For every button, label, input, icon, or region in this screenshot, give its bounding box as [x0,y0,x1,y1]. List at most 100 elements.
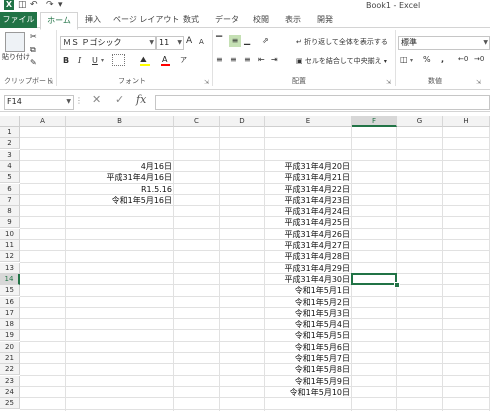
cell-e22[interactable]: 令和1年5月8日 [265,364,352,375]
font-launcher-icon[interactable]: ⇲ [204,77,209,88]
row-header-17[interactable]: 17 [0,307,20,319]
decrease-decimal-icon[interactable]: →0 [474,54,484,65]
cell-e10[interactable]: 平成31年4月26日 [265,229,352,240]
column-header-g[interactable]: G [397,116,443,127]
percent-style-button[interactable]: % [423,54,431,65]
row-header-4[interactable]: 4 [0,160,20,172]
fill-handle[interactable] [394,282,400,289]
row-header-12[interactable]: 12 [0,251,20,263]
row-header-6[interactable]: 6 [0,183,20,195]
formula-input[interactable] [155,95,490,110]
phonetic-guide-icon[interactable]: ア [180,55,187,66]
cancel-entry-icon[interactable]: ✕ [92,93,101,106]
number-launcher-icon[interactable]: ⇲ [476,77,481,88]
tab-developer[interactable]: 開発 [314,12,336,28]
save-icon[interactable]: ◫ [18,0,27,11]
cell-e11[interactable]: 平成31年4月27日 [265,240,352,251]
paste-icon[interactable] [5,32,25,52]
paste-button[interactable]: 貼り付け [2,52,30,63]
increase-indent-icon[interactable]: ⇥ [271,54,278,65]
column-header-c[interactable]: C [174,116,220,127]
cell-e24[interactable]: 令和1年5月10日 [265,387,352,398]
cell-e15[interactable]: 令和1年5月1日 [265,285,352,296]
row-header-9[interactable]: 9 [0,217,20,229]
align-center-icon[interactable]: ≡ [230,54,237,65]
currency-format-icon[interactable]: ◫ [400,54,408,65]
tab-data[interactable]: データ [213,12,241,28]
row-header-23[interactable]: 23 [0,375,20,387]
bold-button[interactable]: B [63,55,69,66]
tab-view[interactable]: 表示 [282,12,304,28]
customize-quick-access-icon[interactable]: ▾ [58,0,63,11]
alignment-launcher-icon[interactable]: ⇲ [386,77,391,88]
underline-button[interactable]: U [92,55,98,66]
cell-e23[interactable]: 令和1年5月9日 [265,376,352,387]
align-middle-icon[interactable]: ≡ [229,35,241,47]
cell-b5[interactable]: 平成31年4月16日 [66,172,174,183]
cell-b6[interactable]: R1.5.16 [66,184,174,195]
tab-review[interactable]: 校閲 [250,12,272,28]
row-header-11[interactable]: 11 [0,240,20,251]
cell-e14[interactable]: 平成31年4月30日 [265,274,352,285]
cell-b7[interactable]: 令和1年5月16日 [66,195,174,206]
row-header-1[interactable]: 1 [0,127,20,138]
undo-button[interactable]: ↶ [30,0,38,11]
tab-home[interactable]: ホーム [40,12,78,30]
cut-icon[interactable]: ✂ [30,31,37,42]
cell-e9[interactable]: 平成31年4月25日 [265,217,352,228]
row-header-25[interactable]: 25 [0,398,20,410]
column-header-a[interactable]: A [20,116,66,127]
cell-e17[interactable]: 令和1年5月3日 [265,308,352,319]
shrink-font-button[interactable]: A [199,37,204,48]
row-header-10[interactable]: 10 [0,228,20,240]
row-header-14[interactable]: 14 [0,273,20,285]
confirm-entry-icon[interactable]: ✓ [115,93,124,106]
column-header-h[interactable]: H [443,116,490,127]
row-header-7[interactable]: 7 [0,194,20,206]
row-header-21[interactable]: 21 [0,353,20,364]
cell-b4[interactable]: 4月16日 [66,161,174,172]
align-bottom-icon[interactable]: ▁ [244,35,250,46]
select-all-button[interactable] [0,116,20,127]
cell-e4[interactable]: 平成31年4月20日 [265,161,352,172]
chevron-down-icon[interactable]: ▾ [101,55,104,66]
row-header-24[interactable]: 24 [0,386,20,398]
align-top-icon[interactable]: ▔ [216,35,222,46]
tab-file[interactable]: ファイル [0,12,37,28]
cell-e18[interactable]: 令和1年5月4日 [265,319,352,330]
format-painter-icon[interactable]: ✎ [30,57,37,68]
row-header-22[interactable]: 22 [0,364,20,376]
tab-insert[interactable]: 挿入 [80,12,106,28]
cell-e20[interactable]: 令和1年5月6日 [265,342,352,353]
name-box[interactable]: F14 ▼ [4,95,74,110]
increase-decimal-icon[interactable]: ←0 [458,54,468,65]
number-format-select[interactable]: 標準 ▼ [398,36,490,50]
row-header-13[interactable]: 13 [0,262,20,274]
cell-e7[interactable]: 平成31年4月23日 [265,195,352,206]
cell-e13[interactable]: 平成31年4月29日 [265,263,352,274]
tab-page-layout[interactable]: ページ レイアウト [113,12,179,28]
row-header-18[interactable]: 18 [0,319,20,331]
font-name-select[interactable]: ＭＳ Ｐゴシック ▼ [60,36,156,50]
chevron-down-icon[interactable]: ▾ [410,55,413,66]
wrap-text-button[interactable]: ↵ 折り返して全体を表示する [296,37,388,48]
clipboard-launcher-icon[interactable]: ⇲ [48,77,53,88]
cell-e16[interactable]: 令和1年5月2日 [265,297,352,308]
column-header-e[interactable]: E [265,116,352,127]
align-left-icon[interactable]: ≡ [216,54,223,65]
grow-font-button[interactable]: A [186,36,192,47]
column-header-f[interactable]: F [352,116,397,127]
row-header-20[interactable]: 20 [0,341,20,353]
column-header-d[interactable]: D [220,116,265,127]
font-size-select[interactable]: 11 ▼ [156,36,184,50]
row-header-8[interactable]: 8 [0,206,20,218]
row-header-16[interactable]: 16 [0,296,20,308]
row-header-5[interactable]: 5 [0,172,20,184]
cell-e6[interactable]: 平成31年4月22日 [265,184,352,195]
orientation-icon[interactable]: ⇗ [262,35,269,46]
row-header-3[interactable]: 3 [0,149,20,161]
row-header-2[interactable]: 2 [0,138,20,150]
active-cell[interactable] [351,272,397,286]
column-header-b[interactable]: B [66,116,174,127]
row-header-19[interactable]: 19 [0,330,20,342]
